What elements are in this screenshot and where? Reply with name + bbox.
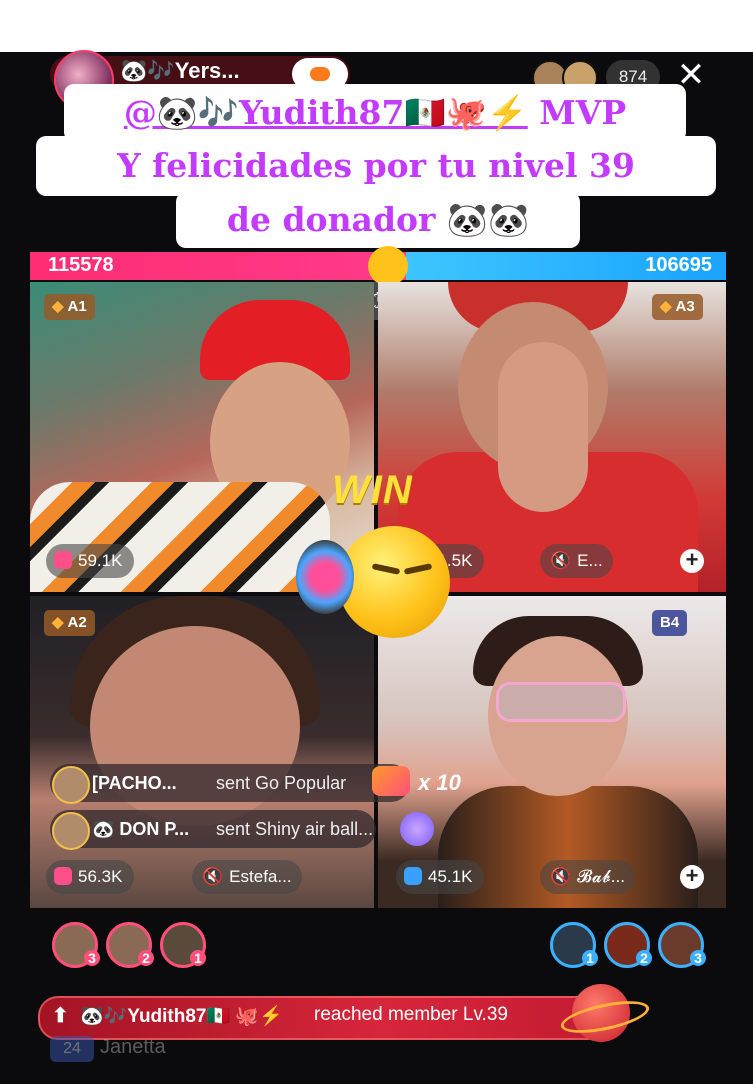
like-count-b4: 45.1K	[396, 860, 485, 894]
hands	[498, 342, 588, 512]
banner-line-3: de donador 🐼🐼	[176, 192, 580, 248]
megaphone-icon	[296, 540, 354, 614]
chat-message: 24 Janetta	[50, 1036, 166, 1062]
arrow-up-icon: ⬆	[52, 1005, 69, 1027]
gift-feed-row[interactable]: [PACHO... sent Go Popular	[50, 764, 410, 804]
banner-line-1: @🐼🎶Yudith87🇲🇽🐙⚡ MVP	[64, 84, 686, 142]
banner-mention: @🐼🎶Yudith87🇲🇽🐙⚡	[123, 93, 528, 132]
gem-icon: ◆	[52, 614, 64, 631]
level-badge: 24	[50, 1036, 94, 1062]
heart-planet-icon	[558, 980, 652, 1046]
score-right: 106695	[645, 254, 712, 276]
plus-icon[interactable]: +	[680, 549, 704, 573]
win-label: WIN	[332, 468, 413, 512]
host-name[interactable]: 🐼🎶Yers...	[120, 58, 240, 84]
like-count-a2: 56.3K	[46, 860, 135, 894]
gift-multiplier: x 10	[418, 770, 461, 795]
avatar	[52, 766, 90, 804]
winner-emoji-icon	[338, 526, 450, 638]
gift-icon	[372, 766, 410, 796]
mute-icon: 🔇	[550, 867, 572, 886]
mute-icon: 🔇	[550, 551, 572, 570]
emoji-eye	[371, 563, 401, 575]
score-left: 115578	[48, 254, 114, 276]
gift-icon	[400, 812, 434, 846]
guest-pill-b4[interactable]: 🔇 𝓑𝓪𝓫...	[540, 860, 635, 894]
banner-mvp: MVP	[539, 93, 627, 132]
gift-icon	[54, 867, 72, 885]
gem-icon: ◆	[52, 298, 64, 315]
score-emoji-icon	[368, 246, 408, 286]
like-count-a1: 59.1K	[46, 544, 135, 578]
rank-badge-b4: B4	[652, 610, 688, 636]
rank-badge-a3: ◆ A3	[652, 294, 703, 320]
guest-pill-a2[interactable]: 🔇 Estefa...	[192, 860, 302, 894]
glasses	[496, 682, 626, 722]
member-username: 🐼🎶Yudith87🇲🇽 🐙⚡	[80, 1006, 283, 1027]
rank-badge-a1: ◆ A1	[44, 294, 95, 320]
avatar	[52, 812, 90, 850]
chat-username: Janetta	[100, 1036, 166, 1058]
banner-line-2: Y felicidades por tu nivel 39	[36, 136, 716, 196]
gift-feed-row[interactable]: 🐼 DON P... sent Shiny air ball...	[50, 810, 376, 850]
gem-icon: ◆	[660, 298, 672, 315]
gift-icon	[54, 551, 72, 569]
rank-badge-a2: ◆ A2	[44, 610, 95, 636]
guest-pill-a3[interactable]: 🔇 E...	[540, 544, 613, 578]
gift-icon	[404, 867, 422, 885]
plus-icon[interactable]: +	[680, 865, 704, 889]
emoji-eye	[403, 563, 433, 575]
member-level-text: reached member Lv.39	[314, 1004, 508, 1025]
mute-icon: 🔇	[202, 867, 224, 886]
